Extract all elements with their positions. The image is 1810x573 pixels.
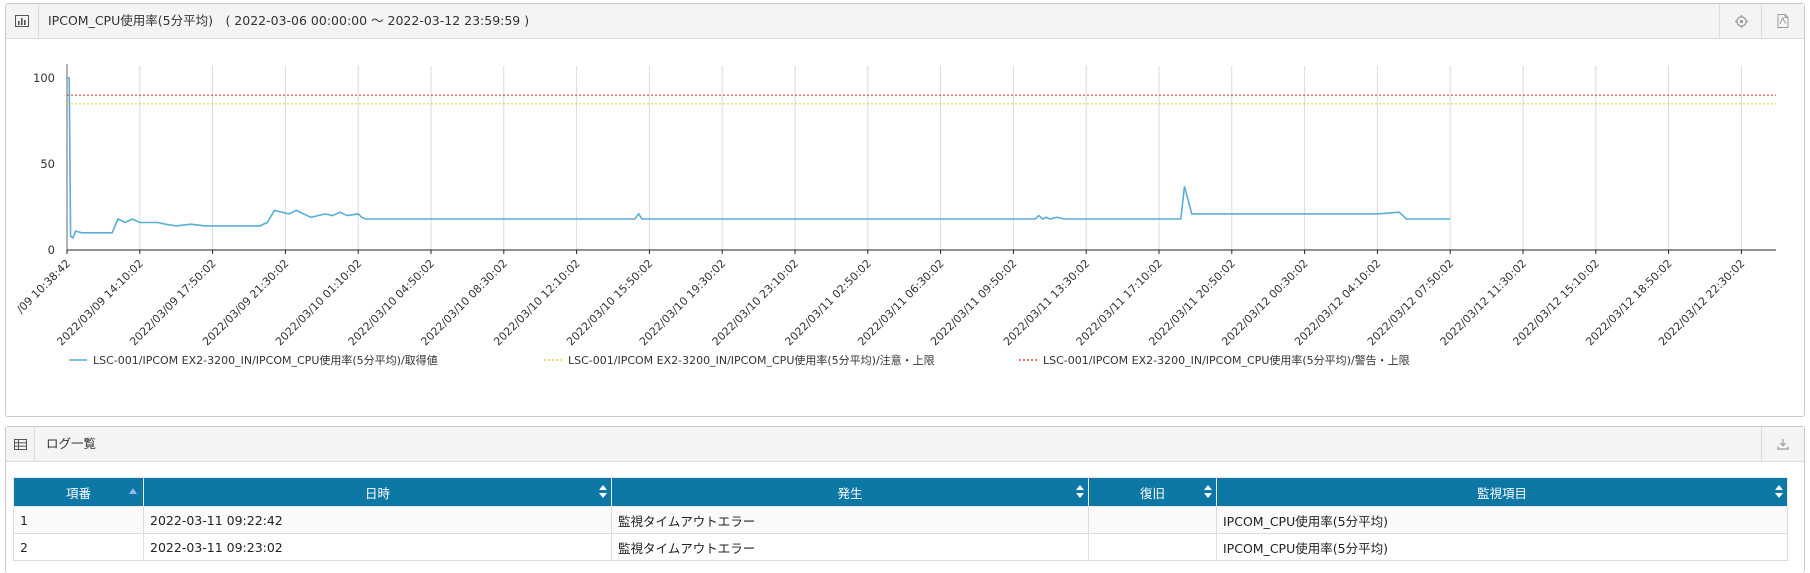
cell-number: 2	[13, 533, 144, 561]
log-table-header: 項番 日時 発生 復旧 監視項目	[13, 477, 1788, 507]
cell-monitor-item: IPCOM_CPU使用率(5分平均)	[1216, 533, 1788, 561]
chart-panel-header: IPCOM_CPU使用率(5分平均) ( 2022-03-06 00:00:00…	[6, 4, 1804, 39]
data-series-line	[67, 77, 1451, 240]
column-header-recovered[interactable]: 復旧	[1088, 477, 1217, 507]
cell-occurred: 監視タイムアウトエラー	[611, 506, 1089, 534]
table-row[interactable]: 2 2022-03-11 09:23:02 監視タイムアウトエラー IPCOM_…	[13, 533, 1788, 561]
pdf-icon	[1777, 14, 1789, 28]
legend-label: LSC-001/IPCOM EX2-3200_IN/IPCOM_CPU使用率(5…	[568, 353, 935, 367]
log-panel-title: ログ一覧	[46, 436, 97, 451]
gear-icon	[1734, 14, 1748, 28]
cell-datetime: 2022-03-11 09:22:42	[143, 506, 612, 534]
cell-number: 1	[13, 506, 144, 534]
column-header-occurred[interactable]: 発生	[611, 477, 1089, 507]
sort-asc-icon	[129, 488, 137, 494]
export-pdf-button[interactable]	[1761, 4, 1804, 38]
download-button[interactable]	[1761, 427, 1804, 461]
chart-area: 0 50 100/09 10:38:42 2022/03/09 14:10:02 202…	[6, 38, 1804, 416]
cell-datetime: 2022-03-11 09:23:02	[143, 533, 612, 561]
cell-monitor-item: IPCOM_CPU使用率(5分平均)	[1216, 506, 1788, 534]
sort-icon	[1076, 485, 1084, 499]
y-tick-label: 50	[40, 157, 55, 171]
column-header-number[interactable]: 項番	[13, 477, 144, 507]
column-header-monitor-item[interactable]: 監視項目	[1216, 477, 1788, 507]
chart-title: IPCOM_CPU使用率(5分平均) ( 2022-03-06 00:00:00…	[48, 13, 530, 28]
cell-recovered	[1088, 506, 1217, 534]
legend-label: LSC-001/IPCOM EX2-3200_IN/IPCOM_CPU使用率(5…	[1043, 353, 1410, 367]
legend-label: LSC-001/IPCOM EX2-3200_IN/IPCOM_CPU使用率(5…	[93, 353, 438, 367]
sort-icon	[1775, 485, 1783, 499]
log-table: 項番 日時 発生 復旧 監視項目 1 2022-03-11 09:22:42 監…	[13, 477, 1788, 561]
x-tick-label: /09 10:38:42	[14, 257, 73, 316]
bar-chart-icon	[6, 4, 39, 38]
log-panel-header: ログ一覧	[6, 427, 1804, 462]
table-icon	[6, 427, 35, 461]
cell-recovered	[1088, 533, 1217, 561]
download-icon	[1777, 439, 1789, 450]
y-tick-label: 100	[33, 71, 55, 85]
cell-occurred: 監視タイムアウトエラー	[611, 533, 1089, 561]
table-row[interactable]: 1 2022-03-11 09:22:42 監視タイムアウトエラー IPCOM_…	[13, 506, 1788, 534]
line-chart: 050100/09 10:38:422022/03/09 14:10:02202…	[14, 64, 1776, 367]
chart-panel: IPCOM_CPU使用率(5分平均) ( 2022-03-06 00:00:00…	[5, 3, 1805, 417]
sort-icon	[599, 485, 607, 499]
settings-button[interactable]	[1719, 4, 1762, 38]
column-header-datetime[interactable]: 日時	[143, 477, 612, 507]
sort-icon	[1204, 485, 1212, 499]
y-tick-label: 0	[48, 243, 55, 257]
